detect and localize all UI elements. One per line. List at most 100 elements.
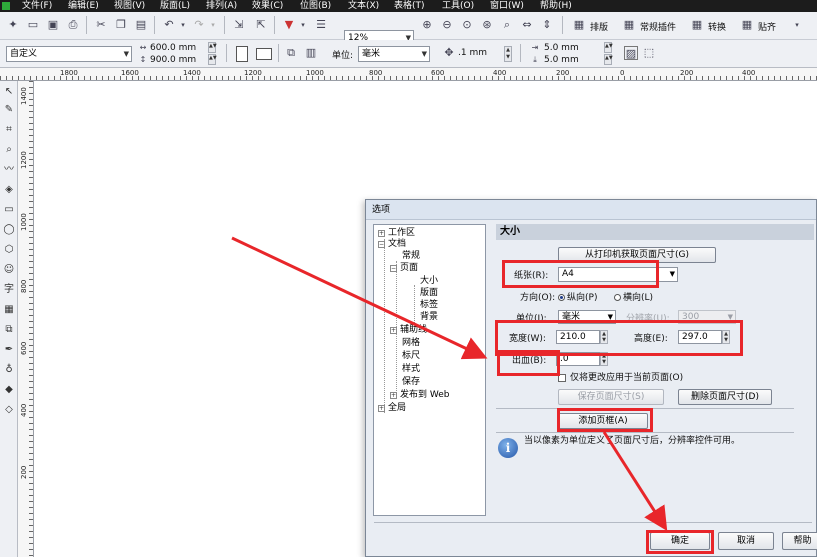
tree-item-rulers[interactable]: 标尺	[402, 351, 420, 362]
current-page-icon[interactable]: ▥	[304, 46, 318, 60]
paste-icon[interactable]: ▤	[134, 18, 148, 32]
page-height-spinner[interactable]: ▲▼	[208, 54, 217, 65]
tree-item-size[interactable]: 大小	[420, 276, 438, 287]
menu-layout[interactable]: 版面(L)	[160, 0, 190, 12]
pick-tool-icon[interactable]: ↖	[2, 85, 16, 99]
duplicate-distance-y[interactable]: 5.0 mm	[544, 55, 579, 65]
tree-item-styles[interactable]: 样式	[402, 364, 420, 375]
new-document-icon[interactable]: ✦	[6, 18, 20, 32]
menu-view[interactable]: 视图(V)	[114, 0, 145, 12]
nudge-spinner[interactable]: ▲ ▼	[504, 46, 512, 62]
help-button[interactable]: 帮助	[782, 532, 817, 550]
crop-tool-icon[interactable]: ⌗	[2, 123, 16, 137]
layout-button[interactable]: 排版	[590, 20, 608, 33]
menu-text[interactable]: 文本(X)	[348, 0, 379, 12]
smart-fill-icon[interactable]: ◈	[2, 183, 16, 197]
menu-tools[interactable]: 工具(O)	[442, 0, 474, 12]
polygon-tool-icon[interactable]: ⬡	[2, 243, 16, 257]
nudge-distance-value[interactable]: .1 mm	[458, 48, 487, 58]
zoom-out-icon[interactable]: ⊖	[440, 18, 454, 32]
delete-page-size-button[interactable]: 删除页面尺寸(D)	[678, 389, 772, 405]
fill-tool-icon[interactable]: ◆	[2, 383, 16, 397]
menu-arrange[interactable]: 排列(A)	[206, 0, 237, 12]
ellipse-tool-icon[interactable]: ◯	[2, 223, 16, 237]
landscape-page-icon[interactable]	[256, 48, 272, 60]
basic-shapes-icon[interactable]: ☺	[2, 263, 16, 277]
page-width-spinner[interactable]: ▲▼	[208, 42, 217, 53]
tree-item-label[interactable]: 标签	[420, 300, 438, 311]
cut-icon[interactable]: ✂	[94, 18, 108, 32]
menu-edit[interactable]: 编辑(E)	[68, 0, 99, 12]
duplicate-y-spinner[interactable]: ▲▼	[604, 54, 613, 65]
menu-effects[interactable]: 效果(C)	[252, 0, 283, 12]
application-launcher-icon[interactable]: ▼	[282, 18, 296, 32]
duplicate-distance-x[interactable]: 5.0 mm	[544, 43, 579, 53]
tree-item-workspace[interactable]: + 工作区	[378, 228, 415, 239]
shape-tool-icon[interactable]: ✎	[2, 103, 16, 117]
tree-item-grid[interactable]: 网格	[402, 338, 420, 349]
zoom-selected-icon[interactable]: ⊙	[460, 18, 474, 32]
layout-icon[interactable]: ▦	[572, 18, 586, 32]
snap-dropdown-icon[interactable]: ▾	[790, 18, 804, 32]
portrait-radio[interactable]: 纵向(P)	[558, 292, 597, 304]
tree-item-publish-web[interactable]: + 发布到 Web	[390, 390, 449, 401]
outline-tool-icon[interactable]: ♁	[2, 363, 16, 377]
page-height-value[interactable]: 900.0 mm	[150, 55, 196, 65]
draw-fill-icon[interactable]: ⬚	[642, 46, 656, 60]
snap-button[interactable]: 贴齐	[758, 20, 776, 33]
print-icon[interactable]: ⎙	[66, 18, 80, 32]
export-icon[interactable]: ⇱	[254, 18, 268, 32]
undo-icon[interactable]: ↶	[162, 18, 176, 32]
convert-icon[interactable]: ▦	[690, 18, 704, 32]
save-page-size-button[interactable]: 保存页面尺寸(S)	[558, 389, 664, 405]
import-icon[interactable]: ⇲	[232, 18, 246, 32]
undo-dropdown-icon[interactable]: ▾	[176, 18, 190, 32]
zoom-height-icon[interactable]: ⇕	[540, 18, 554, 32]
copy-icon[interactable]: ❐	[114, 18, 128, 32]
tree-item-save[interactable]: 保存	[402, 377, 420, 388]
tree-item-global[interactable]: + 全局	[378, 403, 406, 414]
welcome-screen-icon[interactable]: ☰	[314, 18, 328, 32]
tree-item-background[interactable]: 背景	[420, 312, 438, 323]
all-pages-icon[interactable]: ⧉	[284, 46, 298, 60]
redo-icon[interactable]: ↷	[192, 18, 206, 32]
zoom-tool-icon[interactable]: ⌕	[2, 143, 16, 157]
menu-table[interactable]: 表格(T)	[394, 0, 425, 12]
portrait-page-icon[interactable]	[236, 46, 248, 62]
menu-help[interactable]: 帮助(H)	[540, 0, 572, 12]
menu-file[interactable]: 文件(F)	[22, 0, 52, 12]
zoom-in-icon[interactable]: ⊕	[420, 18, 434, 32]
convert-button[interactable]: 转换	[708, 20, 726, 33]
zoom-width-icon[interactable]: ⇔	[520, 18, 534, 32]
landscape-radio[interactable]: 横向(L)	[614, 292, 653, 304]
options-tree[interactable]: + 工作区 − 文档 常规 − 页面 大小 版面 标签 背景 + 辅助线 网格 标尺 样…	[373, 224, 486, 516]
redo-dropdown-icon[interactable]: ▾	[206, 18, 220, 32]
cancel-button[interactable]: 取消	[718, 532, 774, 550]
tree-item-document[interactable]: − 文档	[378, 239, 406, 250]
snap-icon[interactable]: ▦	[740, 18, 754, 32]
interactive-fill-icon[interactable]: ◇	[2, 403, 16, 417]
table-tool-icon[interactable]: ▦	[2, 303, 16, 317]
launcher-dropdown-icon[interactable]: ▾	[296, 18, 310, 32]
eyedropper-icon[interactable]: ✒	[2, 343, 16, 357]
horizontal-ruler[interactable]: 1800 1600 1400 1200 1000 800 600 400 200…	[0, 68, 817, 81]
unit-select[interactable]: 毫米 ▼	[358, 46, 430, 62]
tree-item-general[interactable]: 常规	[402, 251, 420, 262]
interactive-tool-icon[interactable]: ⧉	[2, 323, 16, 337]
text-tool-icon[interactable]: 字	[2, 283, 16, 297]
tree-item-guides[interactable]: + 辅助线	[390, 325, 427, 336]
page-width-value[interactable]: 600.0 mm	[150, 43, 196, 53]
page-preset-select[interactable]: 自定义 ▼	[6, 46, 132, 62]
menu-window[interactable]: 窗口(W)	[490, 0, 524, 12]
vertical-ruler[interactable]: 1400 1200 1000 800 600 400 200	[18, 81, 34, 557]
freehand-tool-icon[interactable]: 〰	[2, 163, 16, 177]
rectangle-tool-icon[interactable]: ▭	[2, 203, 16, 217]
treat-as-filled-icon[interactable]: ▨	[624, 46, 638, 60]
tree-item-page[interactable]: − 页面	[390, 263, 418, 274]
zoom-all-icon[interactable]: ⊛	[480, 18, 494, 32]
menu-bitmaps[interactable]: 位图(B)	[300, 0, 331, 12]
open-icon[interactable]: ▭	[26, 18, 40, 32]
duplicate-x-spinner[interactable]: ▲▼	[604, 42, 613, 53]
plugin-icon[interactable]: ▦	[622, 18, 636, 32]
plugin-button[interactable]: 常规插件	[640, 20, 676, 33]
